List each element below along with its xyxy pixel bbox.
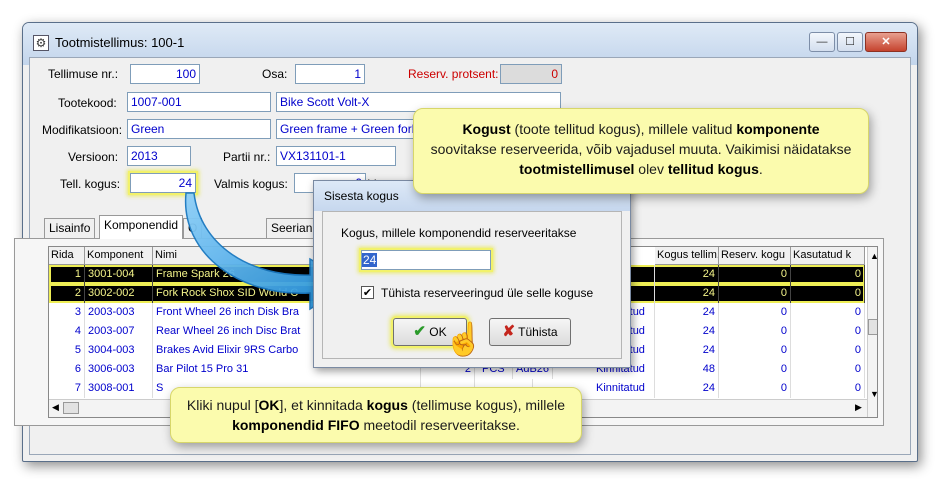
reserve-percent-field: 0 xyxy=(500,64,562,84)
cell-reserved: 0 xyxy=(719,284,791,303)
part-field[interactable]: 1 xyxy=(295,64,365,84)
order-number-field[interactable]: 100 xyxy=(130,64,200,84)
scroll-left-icon[interactable]: ◀ xyxy=(52,402,59,413)
cell-used: 0 xyxy=(791,265,865,284)
cell-reserved: 0 xyxy=(719,322,791,341)
cell-reserved: 0 xyxy=(719,360,791,379)
scroll-up-icon[interactable]: ▲ xyxy=(870,251,877,261)
part-label: Osa: xyxy=(262,67,288,81)
cell-reserved: 0 xyxy=(719,379,791,398)
cell-used: 0 xyxy=(791,303,865,322)
modification-desc-field: Green frame + Green fork xyxy=(276,119,421,139)
cell-used: 0 xyxy=(791,284,865,303)
cell-komponent: 2003-007 xyxy=(85,322,153,341)
check-icon: ✔ xyxy=(413,323,426,340)
callout-ok-info: Kliki nupul [OK], et kinnitada kogus (te… xyxy=(170,387,582,443)
version-field[interactable]: 2013 xyxy=(127,146,191,166)
column-header-rida[interactable]: Rida xyxy=(49,247,85,265)
cancel-x-icon: ✘ xyxy=(502,323,516,340)
product-code-label: Tootekood: xyxy=(58,96,117,110)
dialog-title: Sisesta kogus xyxy=(324,189,399,203)
app-icon: ⚙ xyxy=(33,35,49,51)
cell-ordered: 24 xyxy=(655,322,719,341)
cell-ordered: 24 xyxy=(655,265,719,284)
cell-rida: 1 xyxy=(49,265,85,284)
batch-field[interactable]: VX131101-1 xyxy=(276,146,396,166)
cell-rida: 3 xyxy=(49,303,85,322)
column-header-komponent[interactable]: Komponent xyxy=(85,247,153,265)
cell-used: 0 xyxy=(791,360,865,379)
dialog-qty-field[interactable]: 24 xyxy=(361,250,491,270)
cell-rida: 4 xyxy=(49,322,85,341)
cell-komponent: 3002-002 xyxy=(85,284,153,303)
tab-komponendid[interactable]: Komponendid xyxy=(99,215,184,239)
hand-cursor-icon: ☝ xyxy=(444,321,484,357)
cell-used: 0 xyxy=(791,322,865,341)
window-title: Tootmistellimus: 100-1 xyxy=(55,35,185,50)
order-number-label: Tellimuse nr.: xyxy=(48,67,119,81)
cell-ordered: 24 xyxy=(655,341,719,360)
cell-used: 0 xyxy=(791,341,865,360)
close-button[interactable]: ✕ xyxy=(865,32,907,52)
cell-reserved: 0 xyxy=(719,303,791,322)
cell-komponent: 3008-001 xyxy=(85,379,153,398)
tab-lisainfo[interactable]: Lisainfo xyxy=(44,218,96,238)
dialog-prompt: Kogus, millele komponendid reserveeritak… xyxy=(341,226,577,240)
column-header-ordered[interactable]: Kogus tellim. xyxy=(655,247,719,265)
column-header-used[interactable]: Kasutatud k xyxy=(791,247,865,265)
cell-komponent: 3004-003 xyxy=(85,341,153,360)
version-label: Versioon: xyxy=(68,150,119,164)
cell-rida: 6 xyxy=(49,360,85,379)
cell-rida: 5 xyxy=(49,341,85,360)
dialog-qty-value: 24 xyxy=(362,253,378,267)
cell-komponent: 2003-003 xyxy=(85,303,153,322)
ordered-qty-label: Tell. kogus: xyxy=(60,177,121,191)
maximize-button[interactable]: ☐ xyxy=(837,32,863,52)
cell-ordered: 24 xyxy=(655,284,719,303)
modification-field[interactable]: Green xyxy=(127,119,271,139)
cell-komponent: 3006-003 xyxy=(85,360,153,379)
modification-label: Modifikatsioon: xyxy=(42,123,123,137)
cell-reserved: 0 xyxy=(719,265,791,284)
cell-rida: 7 xyxy=(49,379,85,398)
cell-ordered: 24 xyxy=(655,379,719,398)
batch-label: Partii nr.: xyxy=(223,150,271,164)
cell-ordered: 48 xyxy=(655,360,719,379)
cell-status: Kinnitatud xyxy=(593,379,655,398)
callout-quantity-info: Kogust (toote tellitud kogus), millele v… xyxy=(413,108,869,194)
product-code-field[interactable]: 1007-001 xyxy=(127,92,271,112)
column-header-reserved[interactable]: Reserv. kogu xyxy=(719,247,791,265)
minimize-button[interactable]: — xyxy=(809,32,835,52)
cancel-button[interactable]: ✘ Tühista xyxy=(489,318,571,346)
cell-rida: 2 xyxy=(49,284,85,303)
cell-komponent: 3001-004 xyxy=(85,265,153,284)
reserve-percent-label: Reserv. protsent: xyxy=(408,67,499,81)
cell-reserved: 0 xyxy=(719,341,791,360)
cell-used: 0 xyxy=(791,379,865,398)
cell-ordered: 24 xyxy=(655,303,719,322)
cancel-over-label: Tühista reserveeringud üle selle koguse xyxy=(381,286,594,300)
scroll-thumb[interactable] xyxy=(868,319,877,335)
vertical-scrollbar[interactable]: ▲ ▼ xyxy=(867,247,877,417)
scroll-down-icon[interactable]: ▼ xyxy=(870,389,877,399)
hscroll-thumb[interactable] xyxy=(63,402,79,414)
cancel-button-label: Tühista xyxy=(518,325,558,339)
scroll-right-icon[interactable]: ▶ xyxy=(855,402,862,413)
cancel-over-checkbox[interactable]: ✔ xyxy=(361,286,374,299)
